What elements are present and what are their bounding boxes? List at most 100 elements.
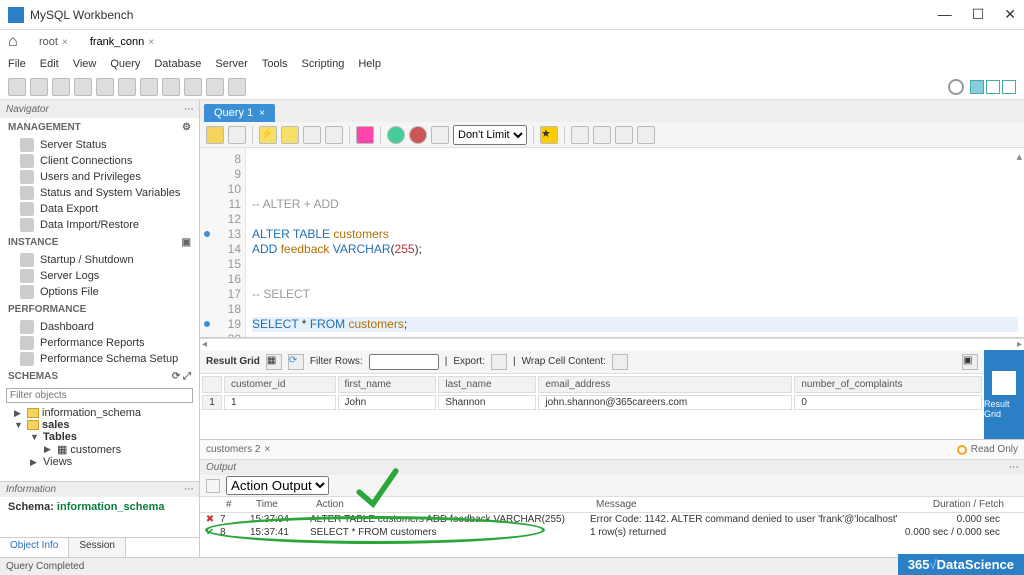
close-button[interactable]: ✕ [1004, 6, 1016, 23]
output-row[interactable]: ✔815:37:41SELECT * FROM customers1 row(s… [200, 526, 1024, 539]
save-icon[interactable] [228, 126, 246, 144]
nav-item[interactable]: Server Logs [0, 268, 199, 284]
toolbar-icon[interactable] [431, 126, 449, 144]
tab-label: root [39, 36, 58, 48]
scroll-up-icon[interactable]: ▴ [1016, 150, 1022, 163]
nav-item[interactable]: Performance Reports [0, 335, 199, 351]
new-sql-tab-icon[interactable] [8, 78, 26, 96]
toolbar-icon[interactable] [637, 126, 655, 144]
schema-node[interactable]: ▼sales [0, 419, 199, 431]
menu-database[interactable]: Database [154, 58, 201, 70]
nav-item[interactable]: Data Export [0, 201, 199, 217]
export-icon[interactable] [491, 354, 507, 370]
information-panel: Information⋯ Schema: information_schema [0, 481, 199, 537]
limit-select[interactable]: Don't Limit [453, 125, 527, 145]
nav-item[interactable]: Client Connections [0, 153, 199, 169]
maximize-button[interactable]: ☐ [972, 6, 985, 23]
output-row[interactable]: ✖715:37:04ALTER TABLE customers ADD feed… [200, 513, 1024, 526]
connection-tab-root[interactable]: root × [30, 33, 77, 51]
commit-icon[interactable] [387, 126, 405, 144]
status-circle-icon [948, 79, 964, 95]
close-icon[interactable]: × [264, 444, 270, 455]
menu-file[interactable]: File [8, 58, 26, 70]
tables-node[interactable]: ▼Tables [0, 431, 199, 443]
execute-step-icon[interactable] [281, 126, 299, 144]
nav-item[interactable]: Users and Privileges [0, 169, 199, 185]
code-area[interactable]: -- ALTER + ADDALTER TABLE customersADD f… [246, 148, 1024, 337]
watermark: 365√DataScience [898, 554, 1024, 575]
filter-rows-input[interactable] [369, 354, 439, 370]
panel-toggle-icon[interactable] [986, 80, 1000, 94]
horizontal-scrollbar[interactable]: ◂▸ [200, 338, 1024, 350]
toolbar-icon[interactable] [162, 78, 180, 96]
menu-tools[interactable]: Tools [262, 58, 288, 70]
nav-item[interactable]: Server Status [0, 137, 199, 153]
search-icon[interactable] [593, 126, 611, 144]
beautify-icon[interactable] [571, 126, 589, 144]
close-icon[interactable]: × [259, 108, 265, 119]
table-node-customers[interactable]: ▶▦ customers [0, 443, 199, 456]
close-icon[interactable]: × [62, 37, 68, 48]
query-tab[interactable]: Query 1 × [204, 104, 275, 122]
refresh-icon[interactable]: ⟳ [288, 354, 304, 370]
schema-filter-input[interactable] [6, 388, 193, 403]
sql-editor[interactable]: 891011121314151617181920 -- ALTER + ADDA… [200, 148, 1024, 338]
toolbar-icon[interactable] [228, 78, 246, 96]
nav-item[interactable]: Performance Schema Setup [0, 351, 199, 367]
views-node[interactable]: ▶Views [0, 456, 199, 468]
result-tab[interactable]: customers 2× [206, 444, 270, 455]
toolbar-icon[interactable] [140, 78, 158, 96]
tab-session[interactable]: Session [69, 538, 126, 557]
settings-icon[interactable]: ⚙ [182, 122, 191, 133]
expand-icon[interactable]: ⤢ [183, 371, 191, 382]
schemas-section: SCHEMAS ⟳ ⤢ [0, 367, 199, 386]
toolbar-icon[interactable]: ▣ [962, 354, 978, 370]
home-icon[interactable]: ⌂ [8, 33, 26, 51]
grid-icon[interactable]: ▦ [266, 354, 282, 370]
toolbar-icon[interactable] [52, 78, 70, 96]
open-file-icon[interactable] [206, 126, 224, 144]
nav-item[interactable]: Data Import/Restore [0, 217, 199, 233]
menu-help[interactable]: Help [358, 58, 381, 70]
toolbar-icon[interactable] [118, 78, 136, 96]
app-title: MySQL Workbench [30, 8, 938, 22]
nav-item[interactable]: Startup / Shutdown [0, 252, 199, 268]
result-grid-side-tab[interactable]: Result Grid [984, 350, 1024, 439]
table-row[interactable]: 11JohnShannonjohn.shannon@365careers.com… [202, 395, 982, 410]
stop-icon[interactable] [325, 126, 343, 144]
close-icon[interactable]: × [148, 37, 154, 48]
clear-output-icon[interactable] [206, 479, 220, 493]
minimize-button[interactable]: — [938, 6, 952, 23]
connection-tab-frank[interactable]: frank_conn × [81, 33, 163, 51]
performance-section: PERFORMANCE [0, 300, 199, 319]
nav-item[interactable]: Dashboard [0, 319, 199, 335]
app-icon [8, 7, 24, 23]
menu-edit[interactable]: Edit [40, 58, 59, 70]
open-sql-icon[interactable] [30, 78, 48, 96]
nav-item[interactable]: Status and System Variables [0, 185, 199, 201]
wrap-icon[interactable] [612, 354, 628, 370]
toolbar-icon[interactable] [96, 78, 114, 96]
menu-query[interactable]: Query [110, 58, 140, 70]
menu-view[interactable]: View [73, 58, 97, 70]
nav-item[interactable]: Options File [0, 284, 199, 300]
toolbar-icon[interactable] [74, 78, 92, 96]
menu-scripting[interactable]: Scripting [302, 58, 345, 70]
tab-object-info[interactable]: Object Info [0, 538, 69, 557]
explain-icon[interactable] [303, 126, 321, 144]
menu-server[interactable]: Server [215, 58, 247, 70]
toolbar-icon[interactable] [615, 126, 633, 144]
toolbar-icon[interactable] [356, 126, 374, 144]
panel-toggle-icon[interactable] [970, 80, 984, 94]
execute-icon[interactable]: ⚡ [259, 126, 277, 144]
rollback-icon[interactable] [409, 126, 427, 144]
refresh-icon[interactable]: ⟳ [172, 371, 180, 382]
schema-node[interactable]: ▶information_schema [0, 407, 199, 419]
star-icon[interactable]: ★ [540, 126, 558, 144]
toolbar-icon[interactable] [206, 78, 224, 96]
toolbar-icon[interactable] [184, 78, 202, 96]
results-table[interactable]: customer_idfirst_namelast_nameemail_addr… [200, 374, 984, 412]
output-type-select[interactable]: Action Output [226, 476, 329, 495]
management-section: MANAGEMENT⚙ [0, 118, 199, 137]
panel-toggle-icon[interactable] [1002, 80, 1016, 94]
